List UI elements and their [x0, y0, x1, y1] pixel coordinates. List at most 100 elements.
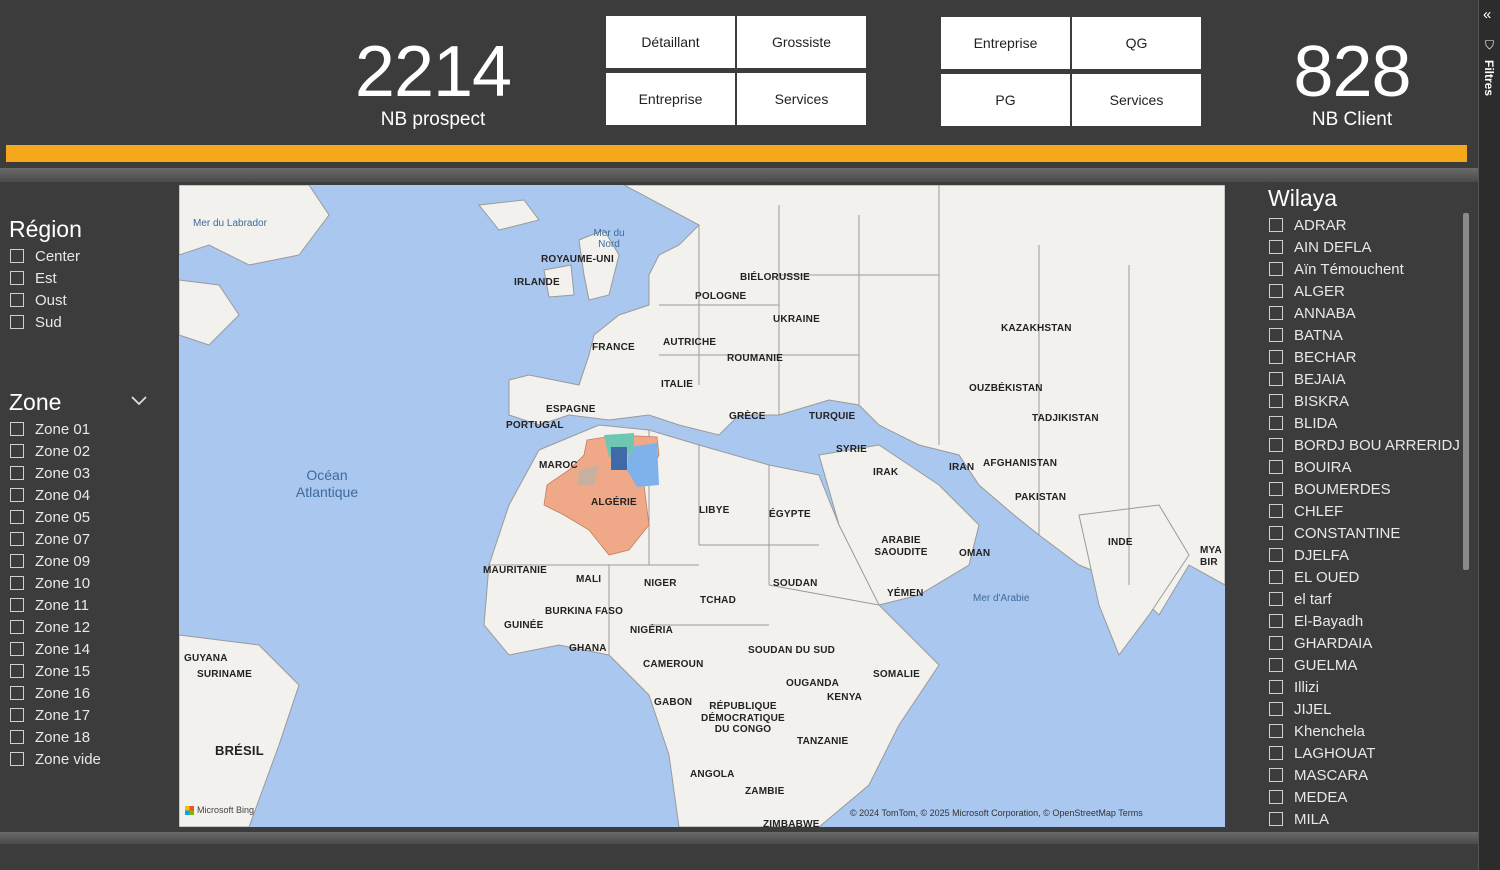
checkbox-icon[interactable]	[1269, 658, 1283, 672]
wilaya-slicer-item[interactable]: Khenchela	[1269, 720, 1463, 742]
checkbox-icon[interactable]	[1269, 218, 1283, 232]
wilaya-slicer-item[interactable]: El-Bayadh	[1269, 610, 1463, 632]
wilaya-slicer-item[interactable]: BOUIRA	[1269, 456, 1463, 478]
map-attribution[interactable]: © 2024 TomTom, © 2025 Microsoft Corporat…	[850, 808, 1143, 818]
wilaya-slicer-item[interactable]: MILA	[1269, 808, 1463, 830]
wilaya-slicer-item[interactable]: BLIDA	[1269, 412, 1463, 434]
wilaya-slicer-item[interactable]: CONSTANTINE	[1269, 522, 1463, 544]
zone-slicer-item[interactable]: Zone 18	[10, 726, 101, 748]
entreprise-button-2[interactable]: Entreprise	[941, 17, 1070, 69]
checkbox-icon[interactable]	[10, 598, 24, 612]
checkbox-icon[interactable]	[1269, 614, 1283, 628]
zone-slicer-item[interactable]: Zone 14	[10, 638, 101, 660]
wilaya-slicer-item[interactable]: ALGER	[1269, 280, 1463, 302]
checkbox-icon[interactable]	[1269, 284, 1283, 298]
wilaya-slicer-item[interactable]: MASCARA	[1269, 764, 1463, 786]
region-slicer-item[interactable]: Est	[10, 267, 80, 289]
wilaya-scrollbar[interactable]	[1463, 213, 1469, 570]
wilaya-slicer-item[interactable]: Aïn Témouchent	[1269, 258, 1463, 280]
zone-slicer-item[interactable]: Zone 02	[10, 440, 101, 462]
checkbox-icon[interactable]	[10, 249, 24, 263]
checkbox-icon[interactable]	[1269, 460, 1283, 474]
wilaya-slicer-item[interactable]: BORDJ BOU ARRERIDJ	[1269, 434, 1463, 456]
zone-slicer-item[interactable]: Zone 10	[10, 572, 101, 594]
checkbox-icon[interactable]	[10, 642, 24, 656]
wilaya-slicer-item[interactable]: JIJEL	[1269, 698, 1463, 720]
checkbox-icon[interactable]	[1269, 504, 1283, 518]
checkbox-icon[interactable]	[10, 686, 24, 700]
checkbox-icon[interactable]	[1269, 680, 1283, 694]
checkbox-icon[interactable]	[10, 708, 24, 722]
checkbox-icon[interactable]	[10, 315, 24, 329]
checkbox-icon[interactable]	[10, 422, 24, 436]
zone-slicer-item[interactable]: Zone vide	[10, 748, 101, 770]
checkbox-icon[interactable]	[1269, 262, 1283, 276]
checkbox-icon[interactable]	[10, 554, 24, 568]
checkbox-icon[interactable]	[10, 664, 24, 678]
checkbox-icon[interactable]	[1269, 636, 1283, 650]
wilaya-slicer-item[interactable]: Illizi	[1269, 676, 1463, 698]
pg-button[interactable]: PG	[941, 74, 1070, 126]
zone-slicer-item[interactable]: Zone 09	[10, 550, 101, 572]
checkbox-icon[interactable]	[10, 576, 24, 590]
checkbox-icon[interactable]	[1269, 438, 1283, 452]
zone-slicer-item[interactable]: Zone 11	[10, 594, 101, 616]
zone-slicer-item[interactable]: Zone 15	[10, 660, 101, 682]
checkbox-icon[interactable]	[10, 532, 24, 546]
grossiste-button[interactable]: Grossiste	[737, 16, 866, 68]
checkbox-icon[interactable]	[10, 510, 24, 524]
checkbox-icon[interactable]	[1269, 746, 1283, 760]
wilaya-slicer-item[interactable]: ANNABA	[1269, 302, 1463, 324]
checkbox-icon[interactable]	[1269, 548, 1283, 562]
wilaya-slicer-item[interactable]: MEDEA	[1269, 786, 1463, 808]
chevron-down-icon[interactable]	[129, 390, 149, 410]
checkbox-icon[interactable]	[1269, 372, 1283, 386]
region-slicer-item[interactable]: Center	[10, 245, 80, 267]
filters-pane-label[interactable]: Filtres	[1482, 60, 1496, 96]
checkbox-icon[interactable]	[10, 293, 24, 307]
checkbox-icon[interactable]	[1269, 306, 1283, 320]
qg-button[interactable]: QG	[1072, 17, 1201, 69]
services-button-2[interactable]: Services	[1072, 74, 1201, 126]
wilaya-slicer-item[interactable]: EL OUED	[1269, 566, 1463, 588]
wilaya-slicer-item[interactable]: AIN DEFLA	[1269, 236, 1463, 258]
zone-slicer-item[interactable]: Zone 16	[10, 682, 101, 704]
region-slicer-item[interactable]: Oust	[10, 289, 80, 311]
checkbox-icon[interactable]	[10, 444, 24, 458]
zone-slicer-item[interactable]: Zone 17	[10, 704, 101, 726]
checkbox-icon[interactable]	[1269, 768, 1283, 782]
wilaya-slicer-item[interactable]: el tarf	[1269, 588, 1463, 610]
checkbox-icon[interactable]	[10, 620, 24, 634]
filters-pane-rail[interactable]: « ⛉ Filtres	[1478, 0, 1500, 870]
wilaya-slicer-item[interactable]: GHARDAIA	[1269, 632, 1463, 654]
zone-slicer-item[interactable]: Zone 01	[10, 418, 101, 440]
checkbox-icon[interactable]	[1269, 526, 1283, 540]
checkbox-icon[interactable]	[1269, 416, 1283, 430]
wilaya-slicer-item[interactable]: BOUMERDES	[1269, 478, 1463, 500]
checkbox-icon[interactable]	[1269, 350, 1283, 364]
checkbox-icon[interactable]	[10, 488, 24, 502]
checkbox-icon[interactable]	[1269, 592, 1283, 606]
checkbox-icon[interactable]	[1269, 702, 1283, 716]
double-chevron-left-icon[interactable]: «	[1483, 6, 1491, 23]
entreprise-button[interactable]: Entreprise	[606, 73, 735, 125]
wilaya-slicer-item[interactable]: ADRAR	[1269, 214, 1463, 236]
zone-slicer-item[interactable]: Zone 03	[10, 462, 101, 484]
checkbox-icon[interactable]	[1269, 812, 1283, 826]
region-slicer-item[interactable]: Sud	[10, 311, 80, 333]
wilaya-slicer-item[interactable]: DJELFA	[1269, 544, 1463, 566]
checkbox-icon[interactable]	[1269, 790, 1283, 804]
checkbox-icon[interactable]	[10, 730, 24, 744]
checkbox-icon[interactable]	[10, 271, 24, 285]
wilaya-slicer-item[interactable]: BEJAIA	[1269, 368, 1463, 390]
wilaya-slicer-item[interactable]: BECHAR	[1269, 346, 1463, 368]
checkbox-icon[interactable]	[1269, 482, 1283, 496]
detaillant-button[interactable]: Détaillant	[606, 16, 735, 68]
checkbox-icon[interactable]	[1269, 394, 1283, 408]
services-button[interactable]: Services	[737, 73, 866, 125]
checkbox-icon[interactable]	[1269, 328, 1283, 342]
checkbox-icon[interactable]	[1269, 570, 1283, 584]
wilaya-slicer-item[interactable]: CHLEF	[1269, 500, 1463, 522]
map-visual[interactable]: Mer du Labrador Mer du Nord Océan Atlant…	[179, 185, 1225, 827]
checkbox-icon[interactable]	[1269, 240, 1283, 254]
